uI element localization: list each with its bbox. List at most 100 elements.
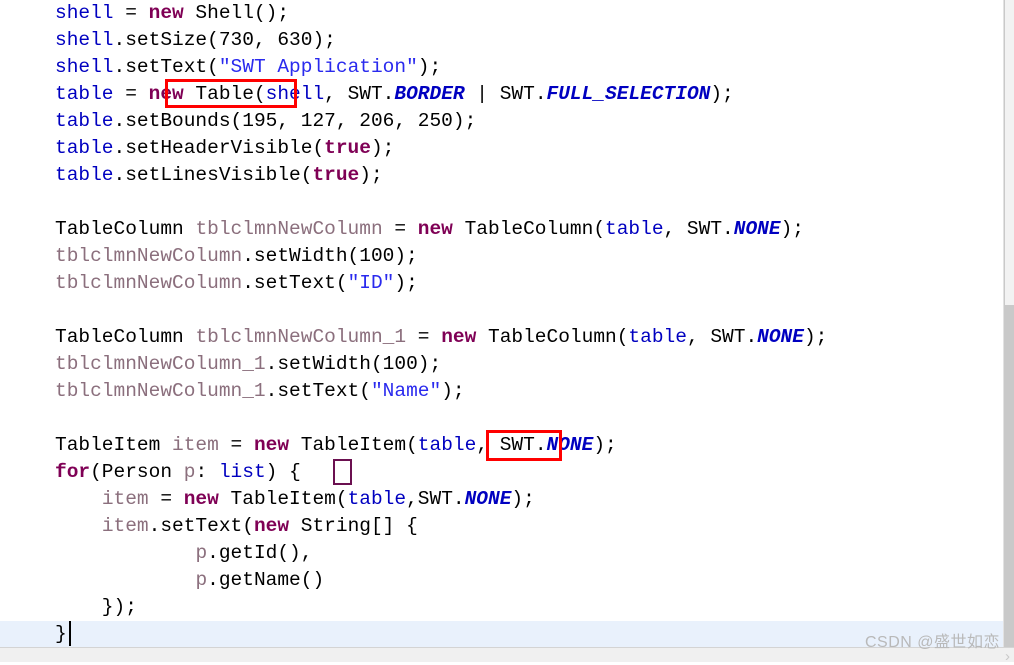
token-plain: ); xyxy=(370,137,395,159)
token-string: "SWT Application" xyxy=(218,56,418,78)
token-plain: , SWT. xyxy=(663,218,734,240)
token-plain: .setWidth(100); xyxy=(242,245,418,267)
token-plain: TableItem xyxy=(55,434,173,456)
vertical-scrollbar[interactable] xyxy=(1003,0,1014,647)
code-line[interactable]: }); xyxy=(0,594,1003,621)
token-field: table xyxy=(417,434,477,456)
token-plain: ); xyxy=(710,83,734,105)
token-field: table xyxy=(55,110,114,132)
token-open-brace: { xyxy=(289,461,301,483)
token-keyword: new xyxy=(441,326,477,348)
token-local: tblclmnNewColumn xyxy=(55,272,243,294)
code-line[interactable]: item.setText(new String[] { xyxy=(0,513,1003,540)
token-keyword: new xyxy=(253,434,290,456)
code-line[interactable]: TableColumn tblclmnNewColumn_1 = new Tab… xyxy=(0,324,1003,351)
token-field: shell xyxy=(55,29,114,51)
code-line[interactable]: tblclmnNewColumn_1.setWidth(100); xyxy=(0,351,1003,378)
token-plain: TableColumn xyxy=(55,326,196,348)
token-string: "Name" xyxy=(370,380,442,402)
watermark-text: CSDN @盛世如恋 xyxy=(864,634,1000,651)
token-static-constant: NONE xyxy=(546,434,594,456)
code-content[interactable]: shell = new Shell(); shell.setSize(730, … xyxy=(0,0,1003,648)
token-local: p xyxy=(195,542,208,564)
token-plain: .setHeaderVisible( xyxy=(113,137,325,159)
token-local: p xyxy=(183,461,196,483)
token-keyword: for xyxy=(55,461,91,483)
code-line[interactable]: table.setBounds(195, 127, 206, 250); xyxy=(0,108,1003,135)
token-plain: ); xyxy=(511,488,535,510)
code-line[interactable]: tblclmnNewColumn_1.setText("Name"); xyxy=(0,378,1003,405)
code-line-blank[interactable] xyxy=(0,189,1003,216)
token-plain: .getId(), xyxy=(207,542,313,564)
token-field: shell xyxy=(265,83,325,105)
code-line[interactable]: shell.setText("SWT Application"); xyxy=(0,54,1003,81)
code-line[interactable]: item = new TableItem(table,SWT.NONE); xyxy=(0,486,1003,513)
text-caret xyxy=(69,621,71,646)
token-plain: .setWidth(100); xyxy=(265,353,442,375)
code-line[interactable]: shell = new Shell(); xyxy=(0,0,1003,27)
code-line[interactable]: p.getId(), xyxy=(0,540,1003,567)
code-line[interactable]: table.setLinesVisible(true); xyxy=(0,162,1003,189)
token-keyword: new xyxy=(417,218,453,240)
token-plain: TableColumn xyxy=(55,218,196,240)
token-plain: Table xyxy=(183,83,254,105)
code-line[interactable]: tblclmnNewColumn.setText("ID"); xyxy=(0,270,1003,297)
token-plain: = xyxy=(382,218,418,240)
code-line[interactable]: table.setHeaderVisible(true); xyxy=(0,135,1003,162)
token-plain: ); xyxy=(803,326,828,348)
token-plain: = xyxy=(113,2,149,24)
token-keyword: new xyxy=(148,83,184,105)
code-line[interactable]: TableItem item = new TableItem(table, SW… xyxy=(0,432,1003,459)
vertical-scrollbar-thumb[interactable] xyxy=(1005,0,1014,305)
watermark-chevron-icon: › xyxy=(1005,648,1010,665)
token-plain: .setText( xyxy=(113,56,219,78)
token-field: table xyxy=(347,488,407,510)
token-plain: ); xyxy=(780,218,804,240)
token-plain: ( xyxy=(406,434,418,456)
token-plain: .setText( xyxy=(148,515,254,537)
token-local: tblclmnNewColumn_1 xyxy=(55,353,266,375)
token-static-constant: FULL_SELECTION xyxy=(546,83,711,105)
token-plain: , SWT. xyxy=(324,83,395,105)
token-plain: ); xyxy=(441,380,465,402)
code-line[interactable]: for(Person p: list) { xyxy=(0,459,1003,486)
code-line[interactable]: shell.setSize(730, 630); xyxy=(0,27,1003,54)
token-plain: .getName() xyxy=(207,569,325,591)
token-field: table xyxy=(55,83,114,105)
token-plain: .setText( xyxy=(265,380,371,402)
token-plain: ) xyxy=(265,461,290,483)
token-plain: , SWT. xyxy=(476,434,547,456)
token-close-brace: } xyxy=(55,623,67,645)
token-keyword: true xyxy=(324,137,371,159)
token-plain: : xyxy=(195,461,219,483)
token-plain: .setLinesVisible( xyxy=(113,164,313,186)
token-local: tblclmnNewColumn xyxy=(195,218,383,240)
token-plain: = xyxy=(218,434,254,456)
token-plain: | SWT. xyxy=(464,83,547,105)
code-editor[interactable]: shell = new Shell(); shell.setSize(730, … xyxy=(0,0,1003,662)
code-line[interactable]: p.getName() xyxy=(0,567,1003,594)
code-line-current[interactable]: } xyxy=(0,621,1003,648)
token-plain: .setBounds(195, 127, 206, 250); xyxy=(113,110,477,132)
token-plain: = xyxy=(113,83,149,105)
token-local: tblclmnNewColumn_1 xyxy=(55,380,266,402)
code-line-blank[interactable] xyxy=(0,297,1003,324)
token-local: tblclmnNewColumn_1 xyxy=(195,326,407,348)
code-line[interactable]: tblclmnNewColumn.setWidth(100); xyxy=(0,243,1003,270)
token-plain: }); xyxy=(55,596,137,618)
token-field: table xyxy=(55,137,114,159)
token-plain: , SWT. xyxy=(686,326,758,348)
token-plain: ); xyxy=(593,434,617,456)
code-line[interactable]: TableColumn tblclmnNewColumn = new Table… xyxy=(0,216,1003,243)
token-plain: Shell(); xyxy=(183,2,290,24)
token-plain: TableItem( xyxy=(218,488,348,510)
code-line-blank[interactable] xyxy=(0,405,1003,432)
token-plain: ); xyxy=(417,56,442,78)
code-line[interactable]: table = new Table(shell, SWT.BORDER | SW… xyxy=(0,81,1003,108)
token-local: item xyxy=(101,515,149,537)
token-plain: TableColumn( xyxy=(452,218,606,240)
